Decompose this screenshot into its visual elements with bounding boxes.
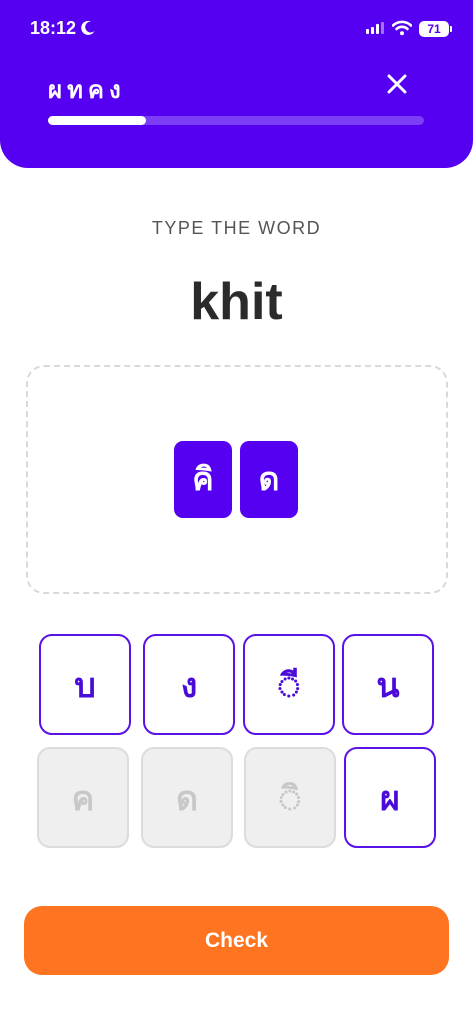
letter-tile[interactable]: น [342, 634, 434, 735]
letter-tile[interactable]: ◌ิ [244, 747, 336, 848]
battery-icon: 71 [419, 21, 449, 37]
letter-tile[interactable]: ค [37, 747, 129, 848]
letter-tile[interactable]: ง [143, 634, 235, 735]
cellular-signal-icon [366, 22, 384, 34]
target-word: khit [190, 273, 283, 331]
lesson-header: 18:12 71 ผทคง [0, 0, 473, 168]
close-icon[interactable] [383, 70, 411, 98]
check-button[interactable]: Check [24, 906, 449, 975]
lesson-title: ผทคง [48, 76, 126, 104]
answer-tile[interactable]: ด [240, 441, 298, 518]
moon-icon [81, 20, 95, 35]
letter-tile[interactable]: บ [39, 634, 131, 735]
battery-tip [450, 26, 452, 32]
instruction-label: TYPE THE WORD [151, 218, 322, 238]
wifi-icon [392, 20, 412, 36]
letter-tile[interactable]: ผ [344, 747, 436, 848]
answer-tiles: คิ ด [174, 441, 298, 518]
status-time: 18:12 [30, 18, 77, 38]
letter-tile[interactable]: ด [141, 747, 233, 848]
letter-tile[interactable]: ◌ี [243, 634, 335, 735]
answer-tile[interactable]: คิ [174, 441, 232, 518]
progress-fill [48, 116, 146, 125]
progress-bar [48, 116, 424, 125]
